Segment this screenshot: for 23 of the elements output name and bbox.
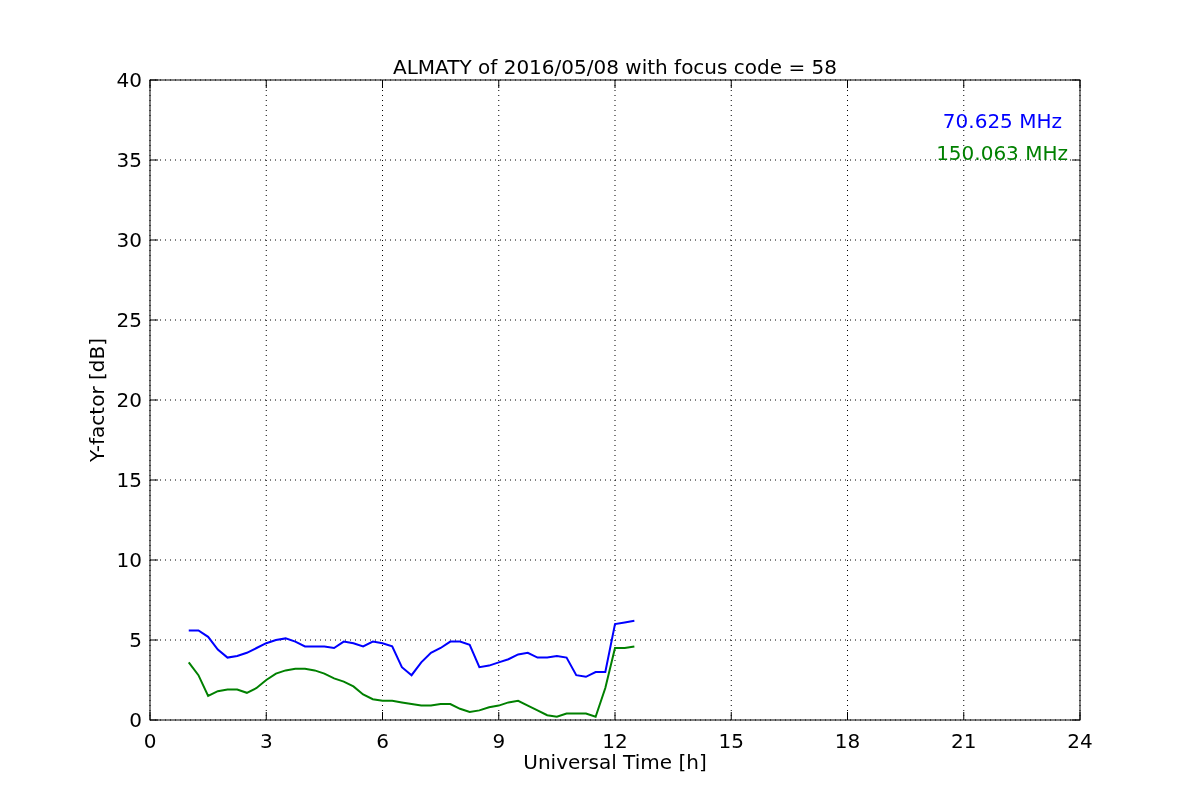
x-tick-label: 12 [602, 729, 628, 753]
y-tick-label: 15 [116, 468, 142, 492]
y-tick-label: 20 [116, 388, 142, 412]
chart-title: ALMATY of 2016/05/08 with focus code = 58 [393, 55, 837, 79]
x-axis-label: Universal Time [h] [523, 750, 707, 774]
x-tick-label: 24 [1067, 729, 1093, 753]
x-tick-label: 15 [718, 729, 744, 753]
x-tick-label: 9 [492, 729, 506, 753]
y-axis-label: Y-factor [dB] [85, 338, 109, 462]
legend-label: 70.625 MHz [942, 109, 1062, 133]
x-tick-label: 0 [143, 729, 157, 753]
y-tick-label: 10 [116, 548, 142, 572]
y-tick-label: 5 [129, 628, 142, 652]
x-tick-label: 3 [259, 729, 273, 753]
y-tick-label: 40 [116, 68, 142, 92]
y-tick-label: 0 [129, 708, 142, 732]
y-tick-label: 35 [116, 148, 142, 172]
y-tick-label: 25 [116, 308, 142, 332]
y-tick-label: 30 [116, 228, 142, 252]
x-tick-label: 18 [834, 729, 861, 753]
x-tick-label: 6 [376, 729, 389, 753]
legend-label: 150.063 MHz [936, 141, 1068, 165]
x-tick-label: 21 [951, 729, 977, 753]
